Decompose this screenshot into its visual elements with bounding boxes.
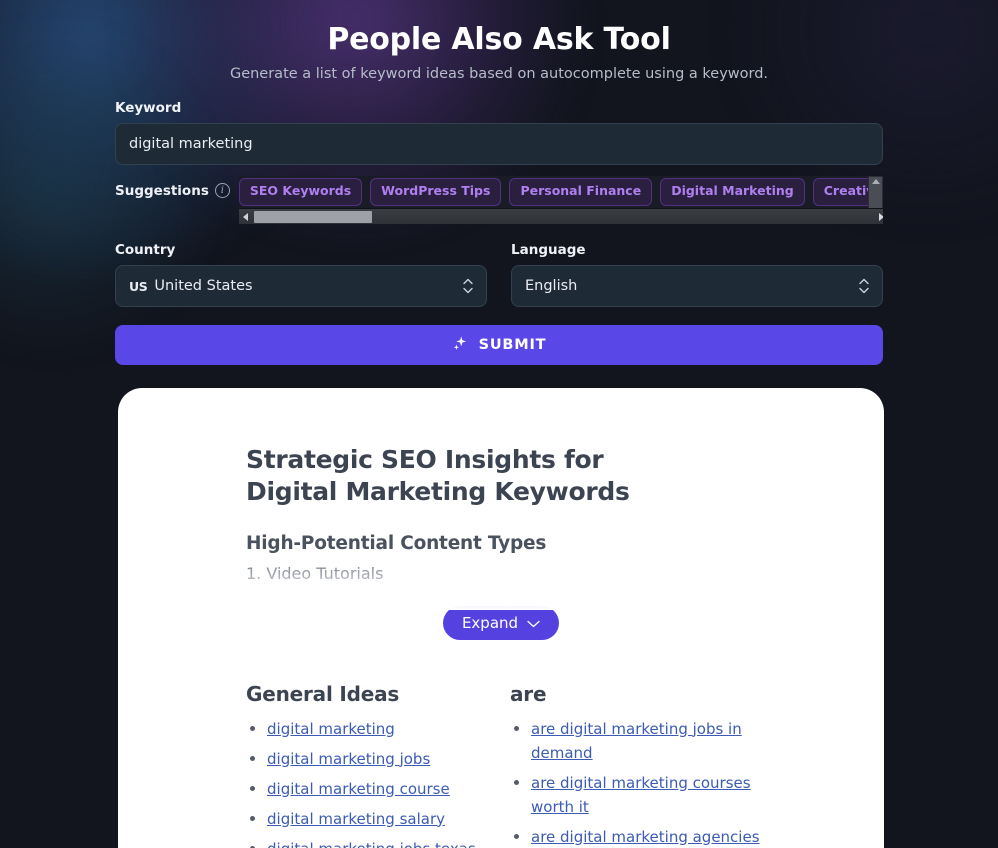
- expand-button[interactable]: Expand: [442, 605, 560, 640]
- results-subheading: High-Potential Content Types: [246, 532, 547, 554]
- scroll-left-icon[interactable]: [239, 209, 252, 225]
- page-root: People Also Ask Tool Generate a list of …: [0, 0, 998, 848]
- scrollbar-track[interactable]: [252, 209, 875, 225]
- keyword-column-heading: General Ideas: [246, 681, 400, 706]
- scrollbar-thumb[interactable]: [253, 210, 372, 223]
- language-select[interactable]: English: [511, 265, 883, 307]
- suggestions-horizontal-scrollbar[interactable]: [238, 208, 883, 225]
- keyword-link[interactable]: are digital marketing courses worth it: [531, 774, 751, 816]
- keyword-columns: General Ideasdigital marketingdigital ma…: [246, 682, 820, 848]
- suggestion-chip[interactable]: Digital Marketing: [660, 178, 805, 206]
- list-item: digital marketing: [267, 717, 510, 741]
- list-item: digital marketing jobs: [267, 747, 510, 771]
- list-item: digital marketing jobs texas: [267, 837, 510, 848]
- list-item: are digital marketing agencies profitabl…: [531, 825, 774, 848]
- page-title: People Also Ask Tool: [327, 22, 671, 57]
- results-card: Strategic SEO Insights for Digital Marke…: [118, 388, 884, 848]
- suggestions-row: Suggestions i SEO Keywords WordPress Tips…: [115, 176, 883, 224]
- keyword-link[interactable]: digital marketing: [267, 720, 395, 738]
- keyword-link[interactable]: digital marketing jobs: [267, 750, 430, 768]
- locale-selectors: Country US United States Language Englis…: [115, 242, 883, 307]
- language-label: Language: [511, 242, 586, 258]
- suggestion-chip-list: SEO Keywords WordPress Tips Personal Finan…: [238, 176, 883, 206]
- fade-overlay: [246, 563, 820, 610]
- scroll-right-icon[interactable]: [875, 209, 883, 225]
- results-card-content: Strategic SEO Insights for Digital Marke…: [118, 388, 884, 848]
- chevron-down-icon: [527, 614, 540, 632]
- list-item: digital marketing course: [267, 777, 510, 801]
- keyword-link[interactable]: are digital marketing jobs in demand: [531, 720, 742, 762]
- country-select[interactable]: US United States: [115, 265, 487, 307]
- keyword-link[interactable]: digital marketing salary: [267, 810, 445, 828]
- keyword-label: Keyword: [115, 100, 182, 116]
- country-value: United States: [154, 278, 253, 294]
- suggestion-chip[interactable]: SEO Keywords: [238, 178, 363, 206]
- country-label: Country: [115, 242, 176, 258]
- us-flag-icon: US: [129, 278, 148, 294]
- submit-button[interactable]: SUBMIT: [115, 325, 883, 365]
- suggestions-scroll-area[interactable]: SEO Keywords WordPress Tips Personal Finan…: [238, 176, 883, 225]
- language-value: English: [525, 278, 578, 294]
- suggestion-chip[interactable]: WordPress Tips: [370, 178, 502, 206]
- suggestion-chip[interactable]: Personal Finance: [509, 178, 653, 206]
- scroll-up-icon[interactable]: [871, 179, 880, 184]
- keyword-link[interactable]: are digital marketing agencies profitabl…: [531, 828, 760, 848]
- expand-label: Expand: [461, 613, 519, 632]
- keyword-list: digital marketing digital marketing jobs d…: [246, 717, 510, 848]
- list-item: digital marketing salary: [267, 807, 510, 831]
- page-header: People Also Ask Tool Generate a list of …: [0, 0, 998, 82]
- submit-label: SUBMIT: [478, 337, 547, 353]
- page-subtitle: Generate a list of keyword ideas based o…: [229, 66, 769, 82]
- collapsed-content-preview: 1. Video Tutorials: [246, 563, 820, 610]
- keyword-list: are digital marketing jobs in demand are …: [510, 717, 774, 848]
- info-icon[interactable]: i: [214, 183, 230, 198]
- language-field: Language English: [511, 242, 883, 307]
- expand-button-wrapper: Expand: [182, 605, 820, 640]
- chevron-updown-icon[interactable]: [463, 278, 473, 294]
- keyword-input[interactable]: [115, 123, 883, 165]
- keyword-column-heading: are: [510, 681, 547, 706]
- search-form: Keyword Suggestions i SEO KeywordsWordPr…: [115, 100, 883, 365]
- keyword-column: General Ideasdigital marketingdigital ma…: [246, 682, 510, 848]
- keyword-link[interactable]: digital marketing jobs texas: [267, 840, 476, 848]
- keyword-column: areare digital marketing jobs in demanda…: [510, 682, 774, 848]
- list-item: are digital marketing jobs in demand: [531, 717, 774, 765]
- country-field: Country US United States: [115, 242, 487, 307]
- keyword-link[interactable]: digital marketing course: [267, 780, 450, 798]
- results-title: Strategic SEO Insights for Digital Marke…: [246, 445, 630, 507]
- list-item: are digital marketing courses worth it: [531, 771, 774, 819]
- suggestions-label: Suggestions: [115, 183, 209, 199]
- sparkles-icon: [452, 335, 469, 356]
- chevron-updown-icon[interactable]: [859, 278, 869, 294]
